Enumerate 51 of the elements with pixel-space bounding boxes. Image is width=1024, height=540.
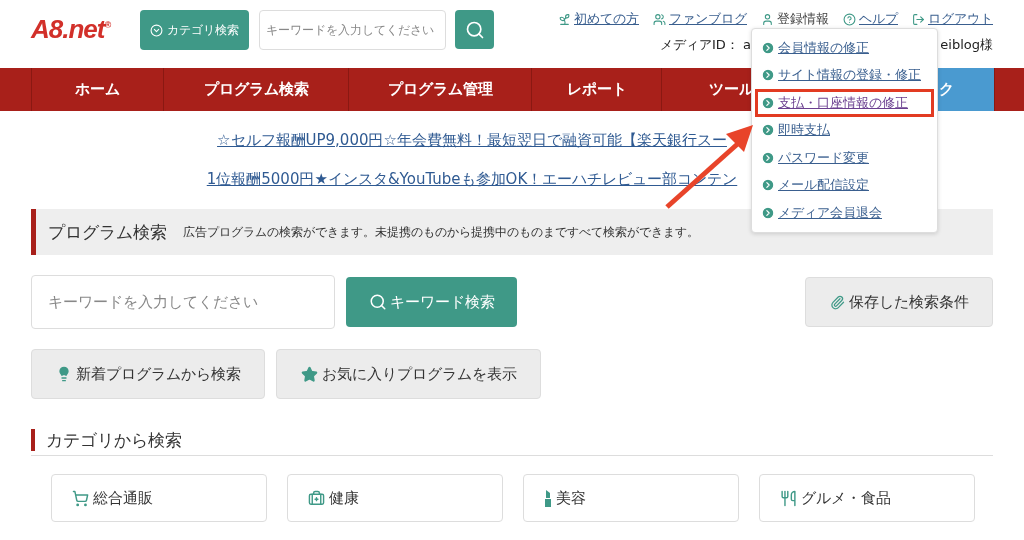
category-card[interactable]: 健康 [287, 474, 503, 522]
chevron-right-icon [761, 95, 775, 110]
section-description: 広告プログラムの検索ができます。未提携のものから提携中のものまですべて検索ができます。 [183, 223, 699, 241]
menu-item[interactable]: パスワード変更 [755, 144, 934, 172]
logout-icon [912, 12, 925, 26]
help-icon [843, 12, 856, 26]
category-card[interactable]: 美容 [523, 474, 739, 522]
header-link[interactable]: ヘルプ [843, 10, 898, 28]
header-link[interactable]: ログアウト [912, 10, 993, 28]
search-icon [368, 293, 387, 311]
favorites-button[interactable]: お気に入りプログラムを表示 [276, 349, 541, 399]
section-title: プログラム検索 [48, 220, 167, 244]
nav-tab[interactable]: プログラム管理 [349, 68, 532, 111]
chevron-down-icon [150, 23, 164, 37]
search-button[interactable] [455, 10, 495, 49]
people-icon [653, 12, 666, 26]
chevron-right-icon [761, 178, 775, 193]
header-link[interactable]: 初めての方 [558, 10, 639, 28]
chevron-right-icon [761, 40, 775, 55]
user-name-text: eiblog様 [940, 36, 993, 54]
nav-tab[interactable]: ホーム [32, 68, 164, 111]
nav-tab[interactable]: プログラム検索 [164, 68, 349, 111]
star-icon [300, 365, 318, 383]
nav-tab[interactable]: レポート [532, 68, 662, 111]
menu-item[interactable]: 会員情報の修正 [755, 34, 934, 62]
notice-link[interactable]: ☆セルフ報酬UP9,000円☆年会費無料！最短翌日で融資可能【楽天銀行スー [217, 131, 727, 150]
medical-kit-icon [308, 489, 325, 507]
category-card[interactable]: 総合通販 [51, 474, 267, 522]
menu-link[interactable]: 登録情報 [761, 10, 829, 28]
saved-search-button[interactable]: 保存した検索条件 [805, 277, 993, 327]
menu-item[interactable]: メール配信設定 [755, 171, 934, 199]
lipstick-icon [544, 489, 552, 507]
keyword-field[interactable]: キーワードを入力してください [31, 275, 335, 329]
new-programs-button[interactable]: 新着プログラムから検索 [31, 349, 265, 399]
media-id-text: メディアID： a [660, 36, 751, 54]
chevron-right-icon [761, 205, 775, 220]
chevron-right-icon [761, 123, 775, 138]
cart-icon [72, 489, 89, 507]
menu-item[interactable]: メディア会員退会 [755, 199, 934, 227]
search-icon [464, 19, 485, 40]
chevron-right-icon [761, 68, 775, 83]
user-icon [761, 12, 774, 26]
sprout-icon [558, 12, 571, 26]
section-title: カテゴリから検索 [31, 429, 182, 451]
header-link[interactable]: ファンブログ [653, 10, 747, 28]
category-card[interactable]: グルメ・食品 [759, 474, 975, 522]
utensils-icon [780, 489, 797, 507]
search-field[interactable]: キーワードを入力してください [259, 10, 447, 50]
chevron-right-icon [761, 150, 775, 165]
paperclip-icon [829, 294, 845, 310]
menu-item[interactable]: 即時支払 [755, 116, 934, 144]
